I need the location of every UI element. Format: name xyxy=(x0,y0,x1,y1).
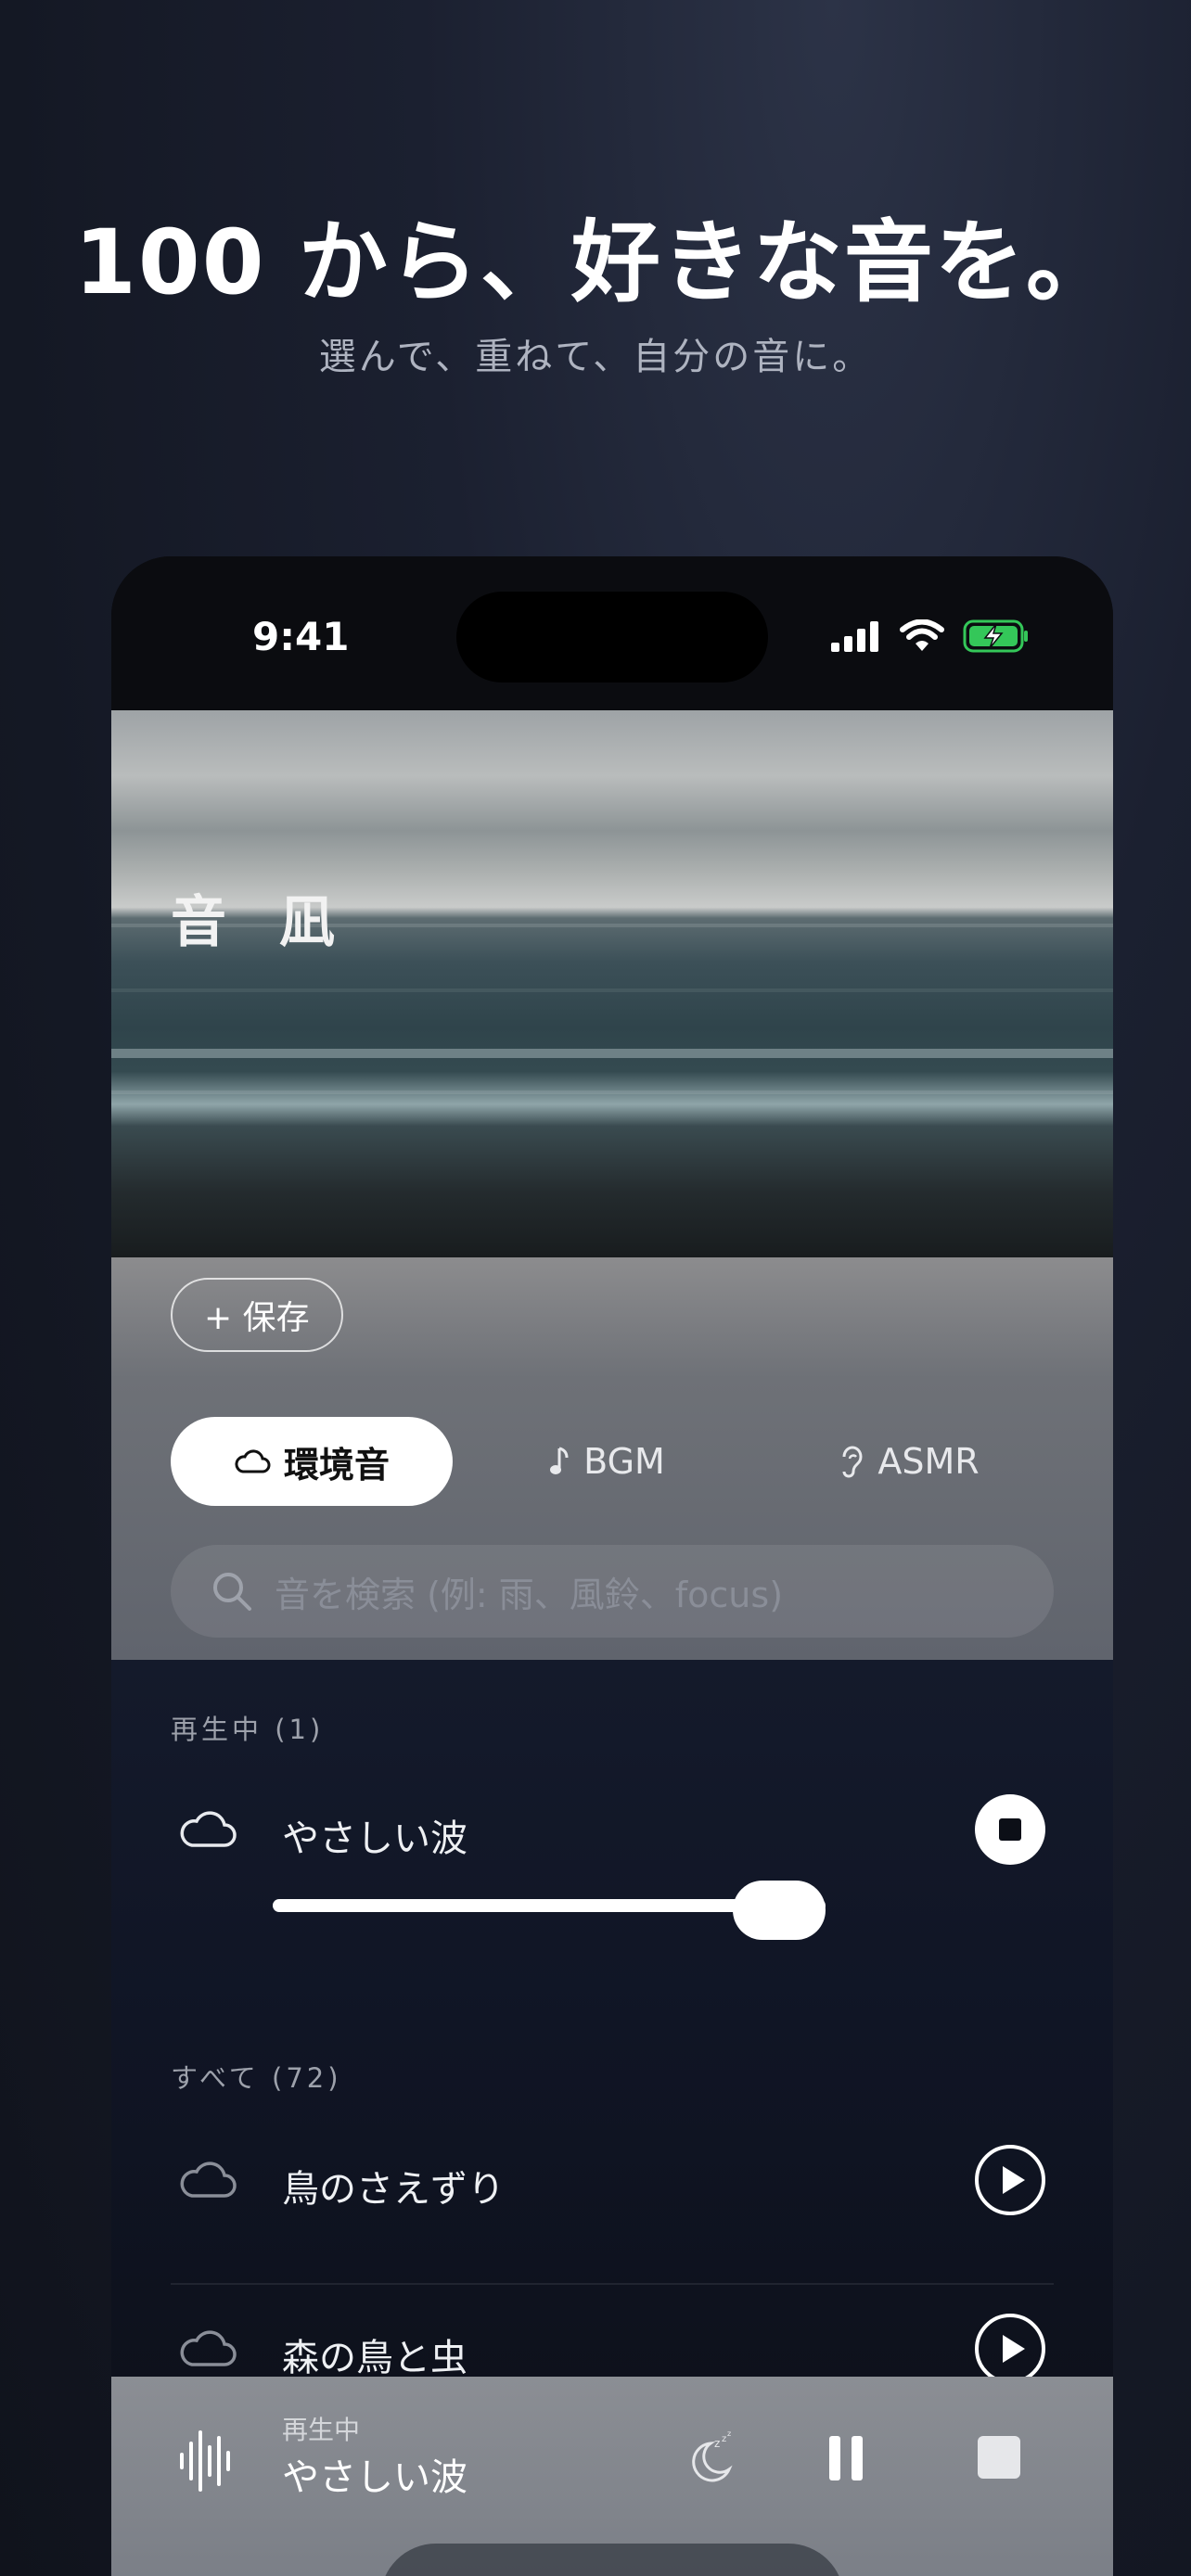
sound-name: 森の鳥と虫 xyxy=(282,2337,467,2379)
wifi-icon xyxy=(900,619,944,651)
status-time: 9:41 xyxy=(252,614,350,659)
volume-slider-thumb[interactable] xyxy=(733,1881,826,1940)
stop-button[interactable] xyxy=(976,2434,1022,2480)
svg-text:z: z xyxy=(727,2430,731,2438)
search-icon xyxy=(213,1573,251,1611)
promo-headline: 100 から、好きな音を。 xyxy=(74,210,1117,314)
controls-panel: + 保存 環境音 BGM ASMR 音を検索 (例: 雨、風鈴、focus) xyxy=(111,1257,1113,1660)
svg-text:z: z xyxy=(722,2434,726,2444)
mini-player-status: 再生中 xyxy=(282,2415,361,2445)
tab-label: BGM xyxy=(583,1441,665,1482)
save-button[interactable]: + 保存 xyxy=(171,1278,343,1352)
list-item[interactable]: 鳥のさえずり xyxy=(171,2129,1054,2231)
stop-button[interactable] xyxy=(974,1793,1046,1866)
tab-bgm[interactable]: BGM xyxy=(477,1417,736,1506)
play-button[interactable] xyxy=(974,2144,1046,2216)
pause-button[interactable] xyxy=(826,2432,866,2484)
sleep-timer-icon[interactable]: z z z xyxy=(686,2430,735,2486)
app-logo: 音 凪 xyxy=(171,890,352,955)
category-tabs: 環境音 BGM ASMR xyxy=(171,1417,1054,1506)
battery-charging-icon xyxy=(963,619,1028,653)
music-note-icon xyxy=(550,1447,569,1474)
status-bar: 9:41 xyxy=(111,556,1113,710)
cloud-icon xyxy=(180,1811,237,1847)
mini-player-title: やさしい波 xyxy=(282,2456,467,2499)
playing-section-label: 再生中 (1) xyxy=(171,1714,325,1745)
hero-image-ocean: 音 凪 xyxy=(111,710,1113,1257)
cloud-icon xyxy=(235,1449,271,1473)
tab-label: 環境音 xyxy=(283,1444,390,1486)
search-bar[interactable]: 音を検索 (例: 雨、風鈴、focus) xyxy=(171,1545,1054,1638)
cellular-signal-icon xyxy=(831,621,878,652)
dynamic-island xyxy=(456,592,768,682)
phone-frame: 9:41 音 凪 + 保存 環境音 BGM ASMR 音を検索 (例: 雨、風鈴… xyxy=(111,556,1113,2576)
svg-text:z: z xyxy=(714,2437,720,2450)
tab-ambient[interactable]: 環境音 xyxy=(171,1417,453,1506)
sound-name: やさしい波 xyxy=(282,1817,467,1860)
all-section-label: すべて (72) xyxy=(171,2062,342,2094)
bottom-tab-bar[interactable] xyxy=(380,2544,844,2576)
play-button[interactable] xyxy=(974,2313,1046,2385)
cloud-icon xyxy=(180,2330,237,2366)
cloud-icon xyxy=(180,2162,237,2198)
mini-player[interactable]: 再生中 やさしい波 z z z xyxy=(111,2377,1113,2576)
tab-asmr[interactable]: ASMR xyxy=(764,1417,1054,1506)
list-item-playing[interactable]: やさしい波 xyxy=(171,1779,1054,1881)
waveform-icon xyxy=(180,2430,230,2492)
search-input[interactable]: 音を検索 (例: 雨、風鈴、focus) xyxy=(275,1566,783,1617)
ear-icon xyxy=(842,1446,863,1478)
tab-label: ASMR xyxy=(877,1441,980,1482)
divider xyxy=(171,2283,1054,2285)
sound-name: 鳥のさえずり xyxy=(282,2168,505,2211)
promo-subline: 選んで、重ねて、自分の音に。 xyxy=(318,336,873,378)
status-icons xyxy=(831,618,1030,655)
